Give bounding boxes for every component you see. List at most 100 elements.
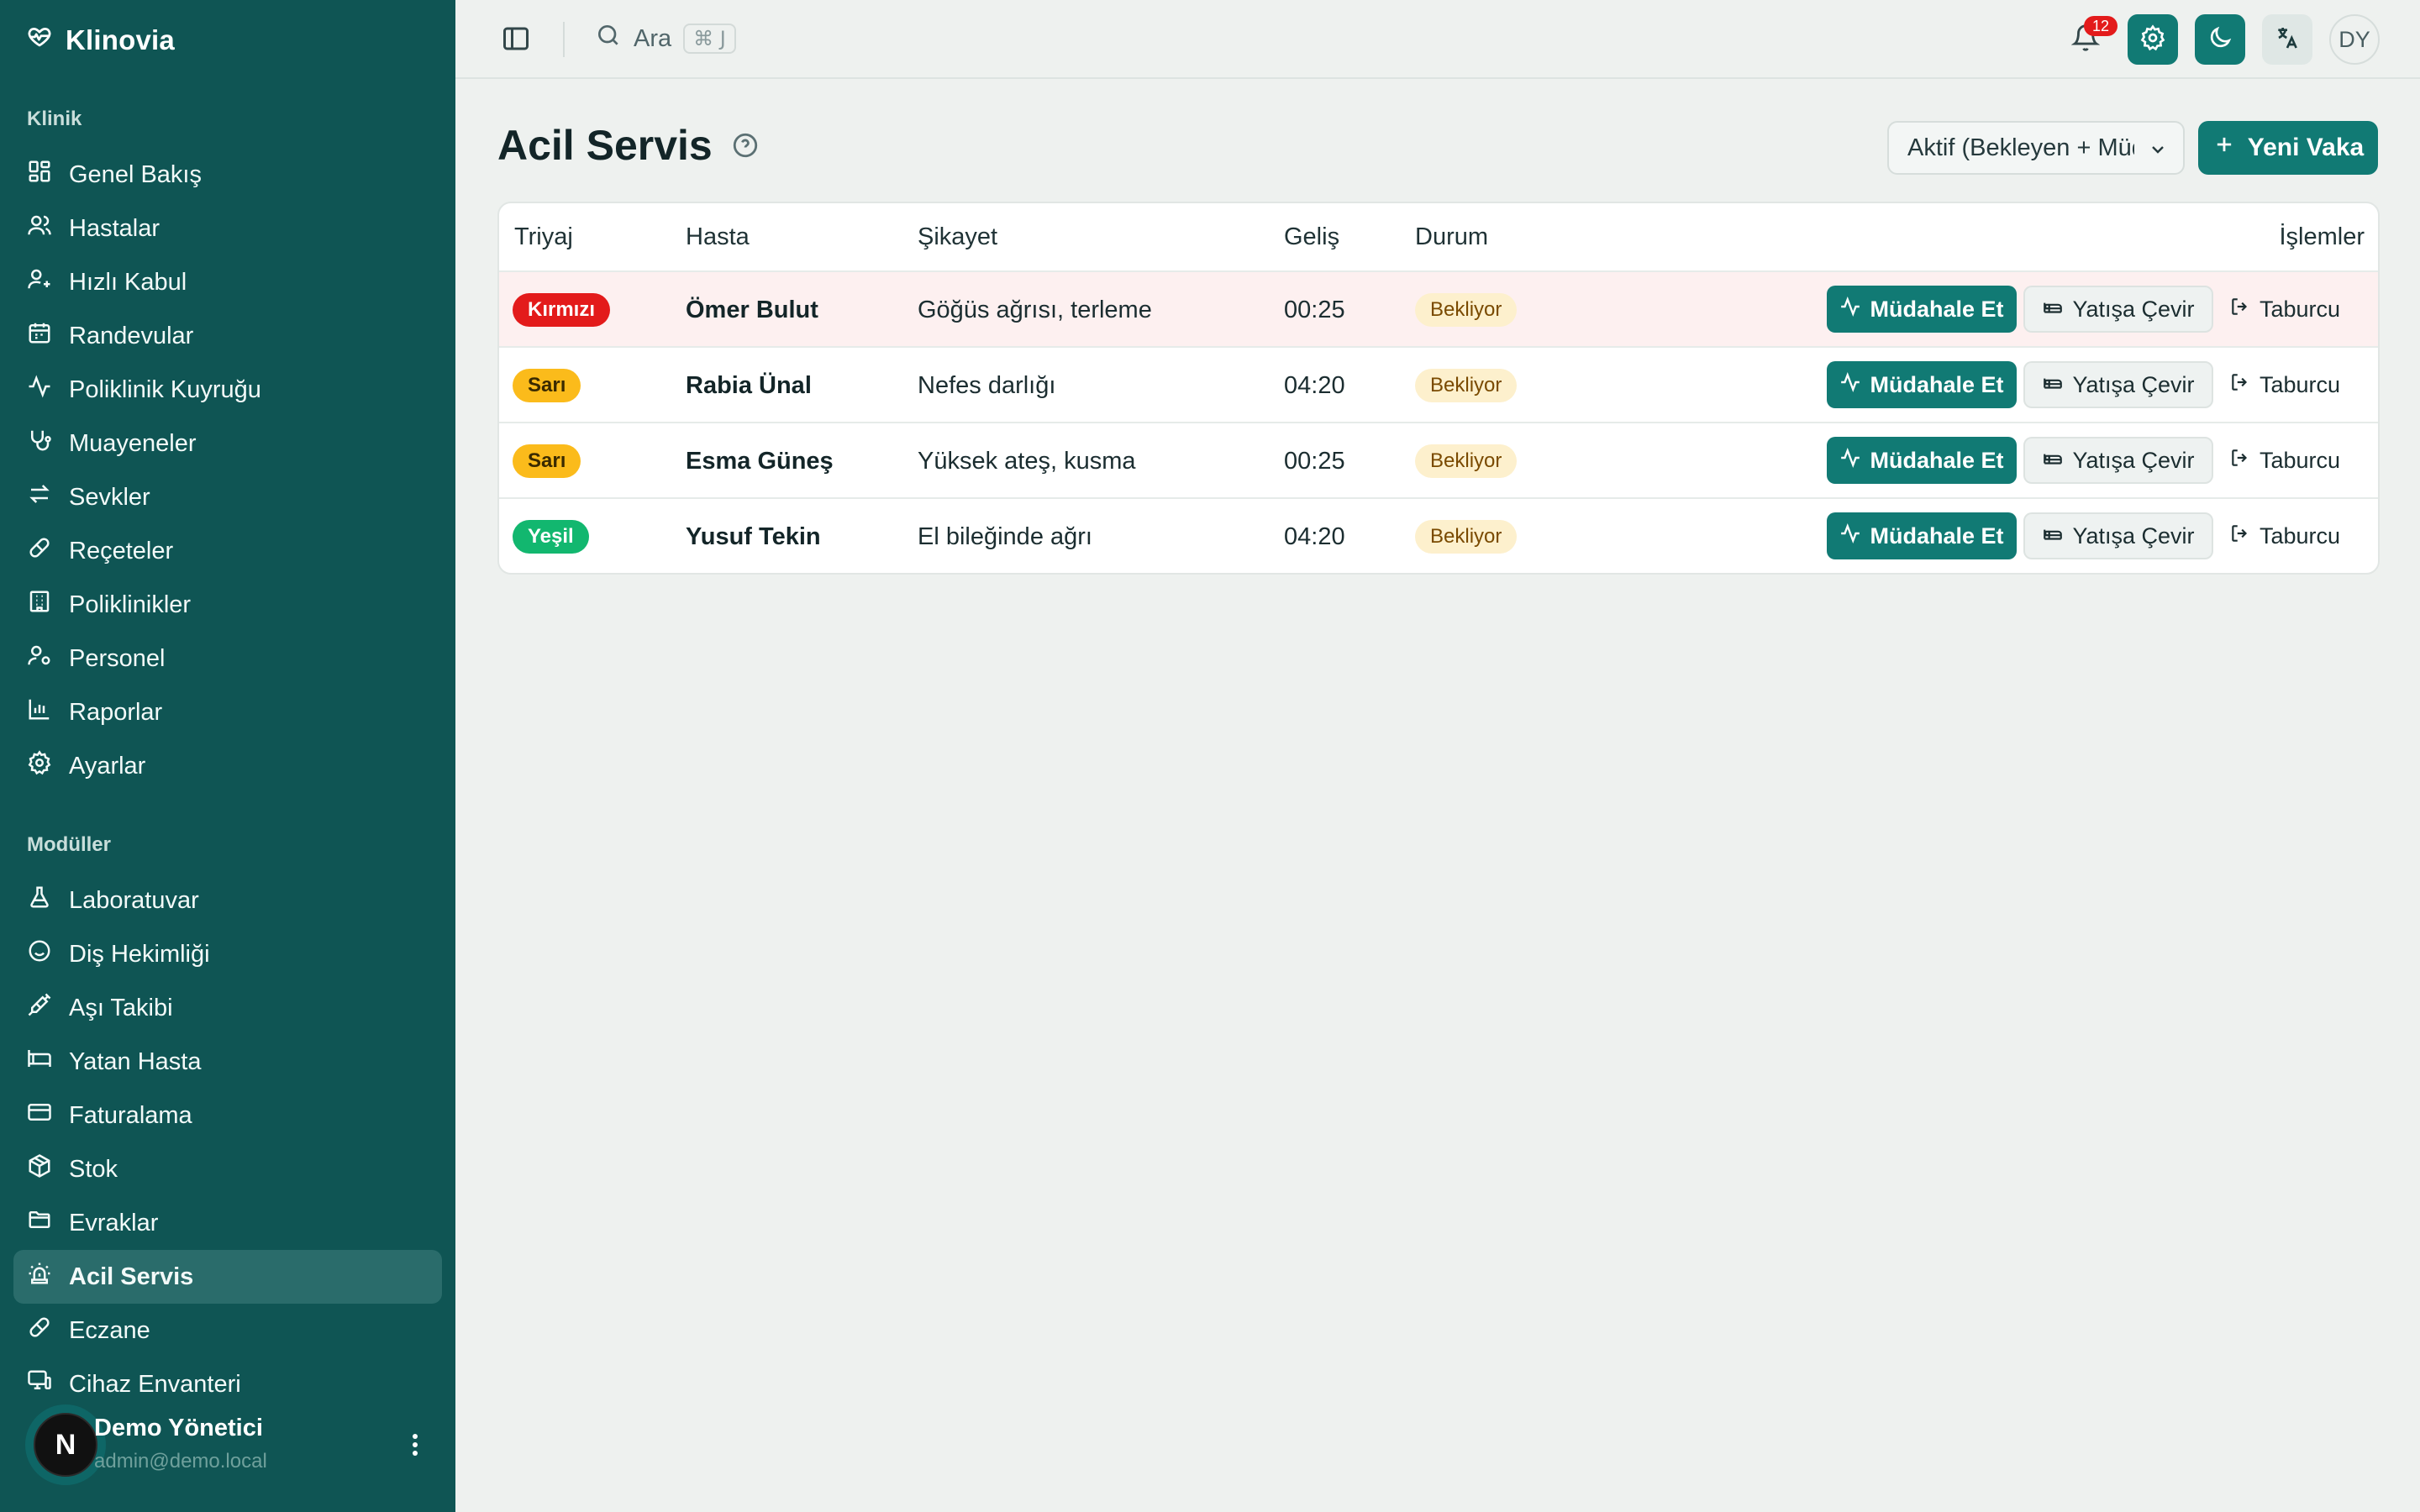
sidebar-item-label: Muayeneler bbox=[69, 429, 197, 457]
bed-icon bbox=[2042, 296, 2064, 323]
header-status: Durum bbox=[1415, 223, 1489, 250]
sidebar-item-label: Aşı Takibi bbox=[69, 994, 173, 1021]
settings-button[interactable] bbox=[2128, 14, 2178, 65]
admit-label: Yatışa Çevir bbox=[2072, 296, 2195, 322]
header-complaint: Şikayet bbox=[918, 223, 998, 250]
discharge-label: Taburcu bbox=[2259, 522, 2341, 549]
avatar-letter: N bbox=[34, 1413, 97, 1477]
user-name: Demo Yönetici bbox=[94, 1415, 263, 1441]
admit-button[interactable]: Yatışa Çevir bbox=[2023, 361, 2213, 408]
moon-icon bbox=[2207, 24, 2233, 55]
sidebar-item-stock[interactable]: Stok bbox=[13, 1142, 442, 1196]
log-out-icon bbox=[2229, 447, 2251, 475]
brand[interactable]: Klinovia bbox=[27, 24, 175, 57]
sidebar-item-label: Eczane bbox=[69, 1316, 150, 1344]
table-row[interactable]: Yeşil Yusuf Tekin El bileğinde ağrı 04:2… bbox=[499, 499, 2378, 573]
sidebar-item-billing[interactable]: Faturalama bbox=[13, 1089, 442, 1142]
admit-button[interactable]: Yatışa Çevir bbox=[2023, 437, 2213, 484]
sidebar-item-referrals[interactable]: Sevkler bbox=[13, 470, 442, 524]
status-badge: Bekliyor bbox=[1415, 444, 1518, 478]
sidebar-item-device-inventory[interactable]: Cihaz Envanteri bbox=[13, 1357, 442, 1411]
sidebar-item-quick-admission[interactable]: Hızlı Kabul bbox=[13, 255, 442, 309]
sidebar-item-label: Diş Hekimliği bbox=[69, 940, 210, 968]
status-filter-select[interactable]: Aktif (Bekleyen + Müdahalede) bbox=[1887, 121, 2185, 175]
user-profile[interactable]: N Demo Yönetici admin@demo.local bbox=[25, 1404, 429, 1485]
discharge-button[interactable]: Taburcu bbox=[2222, 361, 2348, 408]
user-avatar[interactable]: DY bbox=[2329, 14, 2380, 65]
sidebar-item-overview[interactable]: Genel Bakış bbox=[13, 148, 442, 202]
admit-button[interactable]: Yatışa Çevir bbox=[2023, 286, 2213, 333]
theme-toggle-button[interactable] bbox=[2195, 14, 2245, 65]
discharge-button[interactable]: Taburcu bbox=[2222, 286, 2348, 333]
sidebar-item-vaccination[interactable]: Aşı Takibi bbox=[13, 981, 442, 1035]
discharge-label: Taburcu bbox=[2259, 296, 2341, 322]
bed-icon bbox=[27, 1046, 52, 1078]
sidebar-item-polyclinic-queue[interactable]: Poliklinik Kuyruğu bbox=[13, 363, 442, 417]
notifications-button[interactable]: 12 bbox=[2060, 14, 2118, 65]
intervene-button[interactable]: Müdahale Et bbox=[1827, 286, 2017, 333]
sidebar-item-appointments[interactable]: Randevular bbox=[13, 309, 442, 363]
new-case-button[interactable]: Yeni Vaka bbox=[2198, 121, 2378, 175]
table-row[interactable]: Kırmızı Ömer Bulut Göğüs ağrısı, terleme… bbox=[499, 272, 2378, 348]
sidebar-item-reports[interactable]: Raporlar bbox=[13, 685, 442, 739]
sidebar-item-label: Poliklinik Kuyruğu bbox=[69, 375, 261, 403]
topbar-actions: 12 DY bbox=[2060, 13, 2380, 66]
clinic-nav: Genel Bakış Hastalar Hızlı Kabul Randevu… bbox=[13, 148, 442, 793]
calendar-icon bbox=[27, 320, 52, 352]
table-row[interactable]: Sarı Rabia Ünal Nefes darlığı 04:20 Bekl… bbox=[499, 348, 2378, 423]
search-shortcut: ⌘ J bbox=[683, 24, 736, 54]
sidebar-item-pharmacy[interactable]: Eczane bbox=[13, 1304, 442, 1357]
sidebar-item-staff[interactable]: Personel bbox=[13, 632, 442, 685]
sidebar-item-label: Poliklinikler bbox=[69, 591, 192, 618]
sidebar-item-label: Stok bbox=[69, 1155, 118, 1183]
dashboard-icon bbox=[27, 159, 52, 191]
more-vertical-icon[interactable] bbox=[405, 1428, 425, 1462]
intervene-button[interactable]: Müdahale Et bbox=[1827, 361, 2017, 408]
sidebar-item-label: Evraklar bbox=[69, 1209, 159, 1236]
table-row[interactable]: Sarı Esma Güneş Yüksek ateş, kusma 00:25… bbox=[499, 423, 2378, 499]
search-trigger[interactable]: Ara ⌘ J bbox=[595, 20, 736, 57]
log-out-icon bbox=[2229, 371, 2251, 399]
patient-name: Esma Güneş bbox=[686, 447, 834, 475]
pill-icon bbox=[27, 535, 52, 567]
sidebar-item-examinations[interactable]: Muayeneler bbox=[13, 417, 442, 470]
sidebar-item-emergency[interactable]: Acil Servis bbox=[13, 1250, 442, 1304]
sidebar: Klinovia Klinik Genel Bakış Hastalar Hız… bbox=[0, 0, 455, 1512]
sidebar-item-prescriptions[interactable]: Reçeteler bbox=[13, 524, 442, 578]
sidebar-item-patients[interactable]: Hastalar bbox=[13, 202, 442, 255]
sidebar-item-dentistry[interactable]: Diş Hekimliği bbox=[13, 927, 442, 981]
sidebar-item-polyclinics[interactable]: Poliklinikler bbox=[13, 578, 442, 632]
smile-icon bbox=[27, 938, 52, 970]
sidebar-toggle-icon[interactable] bbox=[501, 24, 531, 54]
sidebar-item-laboratory[interactable]: Laboratuvar bbox=[13, 874, 442, 927]
sidebar-item-inpatient[interactable]: Yatan Hasta bbox=[13, 1035, 442, 1089]
pill-icon bbox=[27, 1315, 52, 1347]
admit-button[interactable]: Yatışa Çevir bbox=[2023, 512, 2213, 559]
complaint: Yüksek ateş, kusma bbox=[918, 447, 1136, 475]
discharge-button[interactable]: Taburcu bbox=[2222, 512, 2348, 559]
discharge-button[interactable]: Taburcu bbox=[2222, 437, 2348, 484]
admit-label: Yatışa Çevir bbox=[2072, 371, 2195, 397]
modules-nav: Laboratuvar Diş Hekimliği Aşı Takibi Yat… bbox=[13, 874, 442, 1411]
package-icon bbox=[27, 1153, 52, 1185]
header-actions: İşlemler bbox=[2279, 223, 2365, 250]
help-circle-icon[interactable] bbox=[731, 121, 760, 170]
sidebar-item-settings[interactable]: Ayarlar bbox=[13, 739, 442, 793]
intervene-button[interactable]: Müdahale Et bbox=[1827, 437, 2017, 484]
language-button[interactable] bbox=[2262, 14, 2312, 65]
intervene-button[interactable]: Müdahale Et bbox=[1827, 512, 2017, 559]
gear-icon bbox=[2139, 24, 2166, 55]
triage-badge: Sarı bbox=[513, 369, 581, 402]
heart-logo-icon bbox=[27, 24, 52, 56]
discharge-label: Taburcu bbox=[2259, 371, 2341, 397]
plus-icon bbox=[2212, 133, 2236, 163]
arrival-time: 04:20 bbox=[1284, 371, 1345, 399]
header-arrival: Geliş bbox=[1284, 223, 1340, 250]
intervene-label: Müdahale Et bbox=[1870, 522, 2004, 549]
sidebar-item-documents[interactable]: Evraklar bbox=[13, 1196, 442, 1250]
sidebar-item-label: Personel bbox=[69, 644, 166, 672]
header-patient: Hasta bbox=[686, 223, 750, 250]
complaint: Nefes darlığı bbox=[918, 371, 1056, 399]
search-label: Ara bbox=[634, 24, 672, 52]
intervene-label: Müdahale Et bbox=[1870, 371, 2004, 397]
